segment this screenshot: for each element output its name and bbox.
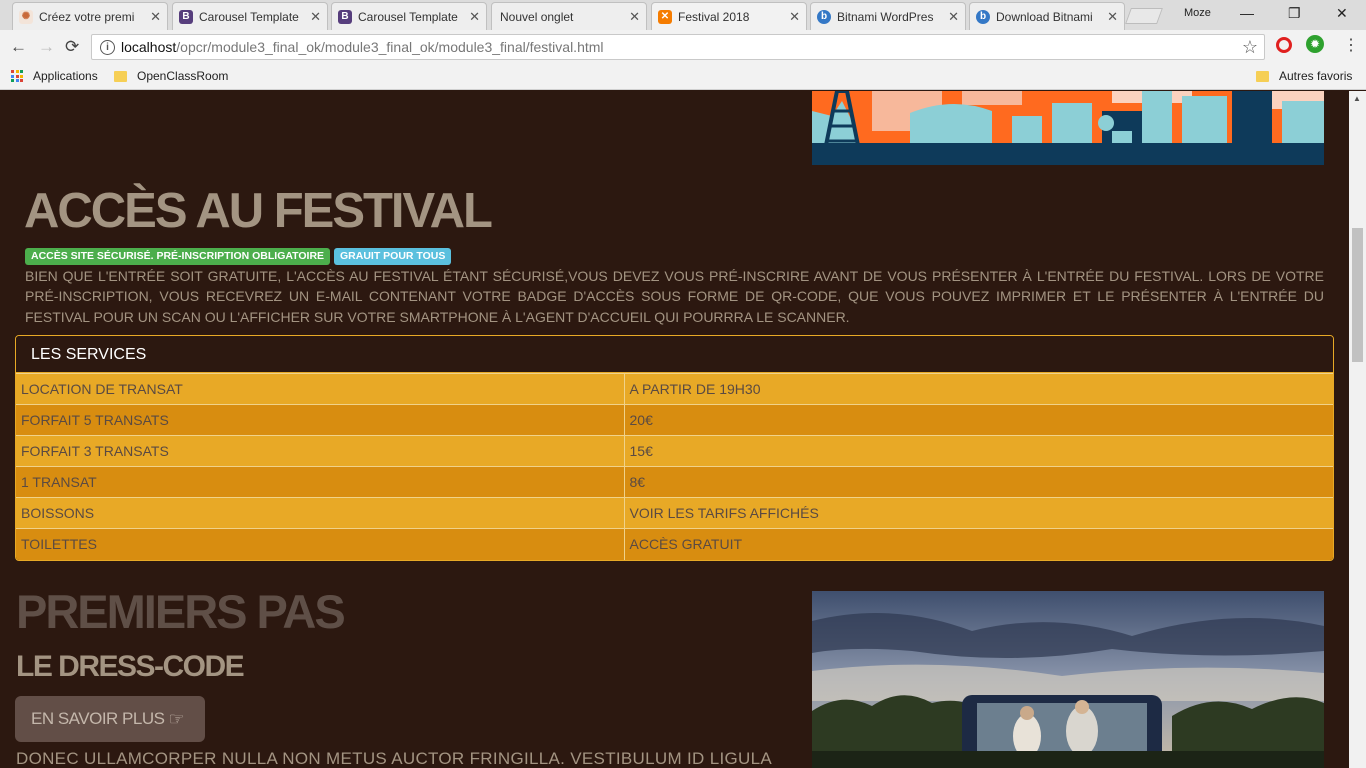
minimize-button[interactable]: — [1240, 5, 1254, 21]
service-price-cell: VOIR LES TARIFS AFFICHÉS [624, 497, 1333, 529]
bootstrap-favicon-icon: B [179, 9, 193, 24]
hand-pointing-right-icon: ☞ [168, 708, 185, 729]
bookmark-star-icon[interactable]: ☆ [1242, 37, 1258, 58]
url-host: localhost [121, 39, 177, 55]
tab-title: Festival 2018 [678, 9, 750, 24]
folder-icon [1256, 70, 1269, 82]
folder-icon [114, 70, 127, 82]
dress-code-text: Donec ullamcorper nulla non metus auctor… [16, 749, 772, 768]
table-row: FORFAIT 3 TRANSATS 15€ [16, 435, 1333, 467]
learn-more-button[interactable]: EN SAVOIR PLUS ☞ [15, 696, 205, 742]
tab-strip: ✺ Créez votre premi ✕ B Carousel Templat… [0, 0, 1366, 30]
scroll-up-arrow-icon[interactable]: ▲ [1353, 94, 1361, 103]
bookmark-other-favorites[interactable]: Autres favoris [1256, 69, 1352, 83]
tab-title: Carousel Template [199, 9, 299, 24]
outdoor-cinema-photo [812, 591, 1324, 768]
close-window-button[interactable]: ✕ [1336, 5, 1348, 22]
browser-toolbar: ← → ⟳ i localhost/opcr/module3_final_ok/… [0, 30, 1366, 64]
service-name-cell: BOISSONS [16, 497, 625, 529]
openclassrooms-favicon-icon: ✺ [19, 9, 33, 24]
service-name-cell: 1 TRANSAT [16, 466, 625, 498]
gear-extension-icon[interactable]: ✹ [1306, 35, 1324, 53]
tab-title: Carousel Template [358, 9, 458, 24]
bookmark-label: Applications [33, 69, 98, 83]
tab-title: Bitnami WordPres [837, 9, 934, 24]
close-icon[interactable]: ✕ [310, 9, 321, 25]
bootstrap-favicon-icon: B [338, 9, 352, 24]
new-tab-button[interactable] [1125, 8, 1163, 24]
tab-title: Créez votre premi [39, 9, 135, 24]
bookmark-openclassroom[interactable]: OpenClassRoom [114, 69, 228, 83]
bookmark-label: OpenClassRoom [137, 69, 229, 83]
service-name-cell: LOCATION DE TRANSAT [16, 373, 625, 405]
page-viewport: ACCÈS AU FESTIVAL ACCÈS SITE SÉCURISÉ. P… [0, 91, 1366, 768]
paris-skyline-image [812, 91, 1324, 165]
badge-free-for-all: GRAUIT POUR TOUS [334, 248, 452, 265]
profile-button[interactable]: Moze [1184, 7, 1211, 19]
service-price-cell: 15€ [624, 435, 1333, 467]
tab-creez[interactable]: ✺ Créez votre premi ✕ [12, 2, 168, 30]
service-price-cell: 8€ [624, 466, 1333, 498]
close-icon[interactable]: ✕ [789, 9, 800, 25]
tab-download-bitnami[interactable]: b Download Bitnami ✕ [969, 2, 1125, 30]
url-path: /opcr/module3_final_ok/module3_final_ok/… [176, 39, 604, 55]
maximize-button[interactable]: ❐ [1288, 5, 1301, 22]
bitnami-favicon-icon: b [976, 9, 990, 24]
forward-button[interactable]: → [38, 37, 55, 57]
xampp-favicon-icon: ✕ [658, 9, 672, 24]
services-panel: LES SERVICES LOCATION DE TRANSAT A PARTI… [15, 335, 1334, 561]
tab-new[interactable]: Nouvel onglet ✕ [491, 2, 647, 30]
badge-secure-access: ACCÈS SITE SÉCURISÉ. PRÉ-INSCRIPTION OBL… [25, 248, 331, 265]
service-price-cell: A PARTIR DE 19H30 [624, 373, 1333, 405]
services-table: LOCATION DE TRANSAT A PARTIR DE 19H30 FO… [16, 373, 1333, 560]
bitnami-favicon-icon: b [817, 9, 831, 24]
browser-menu-icon[interactable]: ⋮ [1343, 35, 1359, 55]
table-row: LOCATION DE TRANSAT A PARTIR DE 19H30 [16, 373, 1333, 405]
section-title-access: ACCÈS AU FESTIVAL [24, 184, 493, 238]
bookmarks-bar: Applications OpenClassRoom Autres favori… [0, 64, 1366, 90]
service-name-cell: FORFAIT 5 TRANSATS [16, 404, 625, 436]
tab-title: Download Bitnami [996, 9, 1093, 24]
address-bar[interactable]: i localhost/opcr/module3_final_ok/module… [91, 34, 1265, 60]
close-icon[interactable]: ✕ [469, 9, 480, 25]
tab-festival[interactable]: ✕ Festival 2018 ✕ [651, 2, 807, 30]
table-row: FORFAIT 5 TRANSATS 20€ [16, 404, 1333, 436]
panel-heading: LES SERVICES [16, 336, 1333, 373]
service-name-cell: FORFAIT 3 TRANSATS [16, 435, 625, 467]
table-row: TOILETTES ACCÈS GRATUIT [16, 528, 1333, 560]
info-icon[interactable]: i [100, 39, 115, 55]
table-row: 1 TRANSAT 8€ [16, 466, 1333, 498]
tab-title: Nouvel onglet [500, 9, 574, 24]
subtitle-dress-code: LE DRESS-CODE [16, 650, 245, 683]
service-price-cell: 20€ [624, 404, 1333, 436]
learn-more-label: EN SAVOIR PLUS [31, 709, 165, 728]
section-title-premiers-pas: PREMIERS PAS [16, 585, 346, 638]
bookmark-label: Autres favoris [1279, 69, 1353, 83]
service-name-cell: TOILETTES [16, 528, 625, 560]
access-description: Bien que l'entrée soit gratuite, l'accès… [25, 268, 1324, 325]
tab-carousel-1[interactable]: B Carousel Template ✕ [172, 2, 328, 30]
bookmark-applications[interactable]: Applications [11, 69, 98, 83]
page-scrollbar[interactable]: ▲ [1349, 91, 1366, 768]
reload-button[interactable]: ⟳ [65, 37, 79, 57]
back-button[interactable]: ← [10, 37, 27, 57]
opera-extension-icon[interactable] [1276, 37, 1292, 53]
scrollbar-thumb[interactable] [1352, 228, 1363, 362]
close-icon[interactable]: ✕ [150, 9, 161, 25]
close-icon[interactable]: ✕ [948, 9, 959, 25]
table-row: BOISSONS VOIR LES TARIFS AFFICHÉS [16, 497, 1333, 529]
tab-bitnami-wordpress[interactable]: b Bitnami WordPres ✕ [810, 2, 966, 30]
close-icon[interactable]: ✕ [1107, 9, 1118, 25]
service-price-cell: ACCÈS GRATUIT [624, 528, 1333, 560]
tab-carousel-2[interactable]: B Carousel Template ✕ [331, 2, 487, 30]
apps-grid-icon [11, 70, 23, 82]
close-icon[interactable]: ✕ [629, 9, 640, 25]
